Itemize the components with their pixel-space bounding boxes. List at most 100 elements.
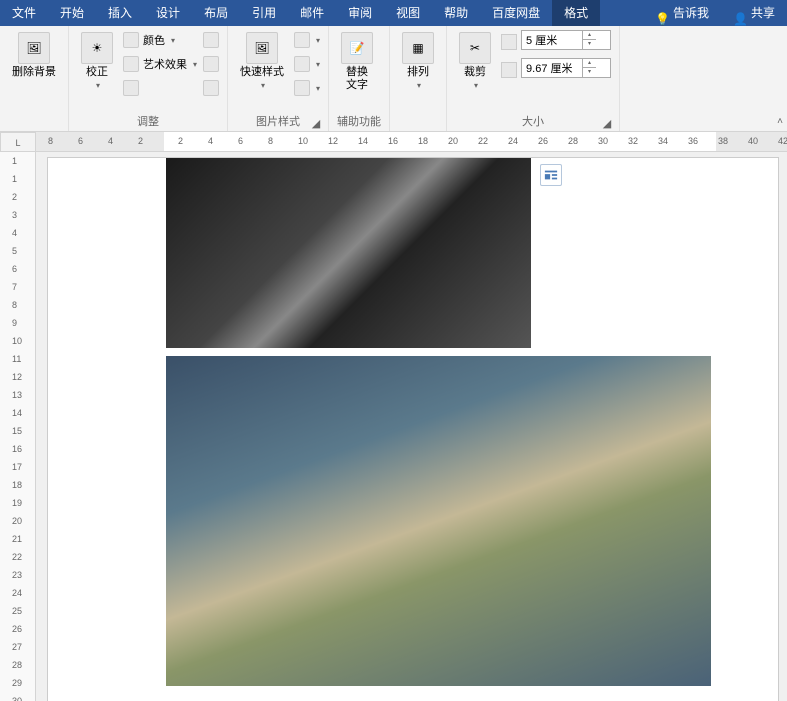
ruler-tick: 36 [688, 136, 698, 146]
ruler-tick: 14 [12, 408, 22, 418]
ruler-tick: 22 [12, 552, 22, 562]
width-spinner[interactable]: ▴▾ [521, 58, 611, 78]
width-down[interactable]: ▾ [583, 68, 596, 77]
ruler-tick: 22 [478, 136, 488, 146]
crop-icon: ✂ [459, 32, 491, 64]
ruler-tick: 12 [328, 136, 338, 146]
alt-text-icon: 📝 [341, 32, 373, 64]
tell-me[interactable]: 💡告诉我 [643, 0, 721, 26]
height-up[interactable]: ▴ [583, 31, 596, 40]
picture-border-icon [294, 32, 310, 48]
ruler-tick: 14 [358, 136, 368, 146]
ruler-tick: 25 [12, 606, 22, 616]
picture-effects-icon [294, 56, 310, 72]
width-input[interactable] [522, 62, 582, 74]
ruler-corner: L [0, 132, 36, 152]
ruler-tick: 11 [12, 354, 21, 364]
ruler-tick: 7 [12, 282, 17, 292]
tab-view[interactable]: 视图 [384, 0, 432, 26]
tab-references[interactable]: 引用 [240, 0, 288, 26]
ruler-tick: 2 [12, 192, 17, 202]
artistic-effects-button[interactable]: 艺术效果 [123, 54, 197, 74]
transparency-icon [123, 80, 139, 96]
horizontal-ruler[interactable]: 8642246810121416182022242628303234363840… [36, 132, 787, 152]
document-area: 1123456789101112131415161718192021222324… [0, 152, 787, 701]
compress-button[interactable] [203, 30, 219, 50]
ruler-tick: 8 [48, 136, 53, 146]
alt-text-label: 替换 文字 [346, 66, 368, 92]
ruler-tick: 6 [78, 136, 83, 146]
picture-layout-button[interactable] [294, 78, 320, 98]
group-label-empty [8, 115, 60, 129]
ruler-tick: 18 [418, 136, 428, 146]
arrange-button[interactable]: ▦ 排列 [398, 30, 438, 92]
group-arrange: ▦ 排列 [390, 26, 447, 131]
ruler-tick: 26 [12, 624, 22, 634]
ruler-tick: 19 [12, 498, 22, 508]
ruler-tick: 6 [12, 264, 17, 274]
height-down[interactable]: ▾ [583, 40, 596, 49]
quick-styles-icon: 🖼 [246, 32, 278, 64]
picture-effects-button[interactable] [294, 54, 320, 74]
ruler-tick: 29 [12, 678, 22, 688]
crop-button[interactable]: ✂ 裁剪 [455, 30, 495, 92]
transparency-button[interactable] [123, 78, 197, 98]
ruler-tick: 2 [178, 136, 183, 146]
tab-design[interactable]: 设计 [144, 0, 192, 26]
arrange-icon: ▦ [402, 32, 434, 64]
ruler-tick: 16 [388, 136, 398, 146]
ruler-tick: 30 [12, 696, 22, 701]
tab-insert[interactable]: 插入 [96, 0, 144, 26]
ruler-tick: 20 [12, 516, 22, 526]
group-picture-styles-label: 图片样式◢ [236, 111, 320, 129]
share-button[interactable]: 👤共享 [721, 0, 787, 26]
width-up[interactable]: ▴ [583, 59, 596, 68]
tab-help[interactable]: 帮助 [432, 0, 480, 26]
page-viewport[interactable] [36, 152, 787, 701]
ruler-tick: 21 [12, 534, 22, 544]
layout-options-handle[interactable] [540, 164, 562, 186]
group-picture-styles: 🖼 快速样式 图片样式◢ [228, 26, 329, 131]
reset-picture-button[interactable] [203, 78, 219, 98]
ruler-tick: 1 [12, 174, 17, 184]
collapse-ribbon[interactable]: ˄ [777, 116, 783, 127]
ruler-tick: 10 [298, 136, 308, 146]
tab-format[interactable]: 格式 [552, 0, 600, 26]
size-launcher[interactable]: ◢ [601, 117, 613, 129]
picture-styles-launcher[interactable]: ◢ [310, 117, 322, 129]
ruler-tick: 3 [12, 210, 17, 220]
corrections-button[interactable]: ☀ 校正 [77, 30, 117, 92]
color-button[interactable]: 颜色 [123, 30, 197, 50]
tab-home[interactable]: 开始 [48, 0, 96, 26]
alt-text-button[interactable]: 📝 替换 文字 [337, 30, 377, 94]
ruler-tick: 6 [238, 136, 243, 146]
picture-border-button[interactable] [294, 30, 320, 50]
corrections-label: 校正 [86, 66, 108, 79]
quick-styles-button[interactable]: 🖼 快速样式 [236, 30, 288, 92]
color-icon [123, 32, 139, 48]
ruler-tick: 2 [138, 136, 143, 146]
ruler-tick: 42 [778, 136, 787, 146]
remove-bg-icon: 🖼 [18, 32, 50, 64]
layout-options-icon [544, 168, 558, 182]
change-picture-icon [203, 56, 219, 72]
vertical-ruler[interactable]: 1123456789101112131415161718192021222324… [0, 152, 36, 701]
ruler-tick: 16 [12, 444, 22, 454]
height-input[interactable] [522, 34, 582, 46]
tab-baidu[interactable]: 百度网盘 [480, 0, 552, 26]
remove-background-button[interactable]: 🖼 删除背景 [8, 30, 60, 81]
picture-layout-icon [294, 80, 310, 96]
tab-review[interactable]: 审阅 [336, 0, 384, 26]
tab-file[interactable]: 文件 [0, 0, 48, 26]
group-accessibility: 📝 替换 文字 辅助功能 [329, 26, 390, 131]
group-adjust: ☀ 校正 颜色 艺术效果 调整 [69, 26, 228, 131]
image-1[interactable] [166, 158, 531, 348]
ruler-tick: 4 [12, 228, 17, 238]
group-arrange-label [398, 115, 438, 129]
height-spinner[interactable]: ▴▾ [521, 30, 611, 50]
tab-mailings[interactable]: 邮件 [288, 0, 336, 26]
image-2[interactable] [166, 356, 711, 686]
change-picture-button[interactable] [203, 54, 219, 74]
compress-icon [203, 32, 219, 48]
tab-layout[interactable]: 布局 [192, 0, 240, 26]
